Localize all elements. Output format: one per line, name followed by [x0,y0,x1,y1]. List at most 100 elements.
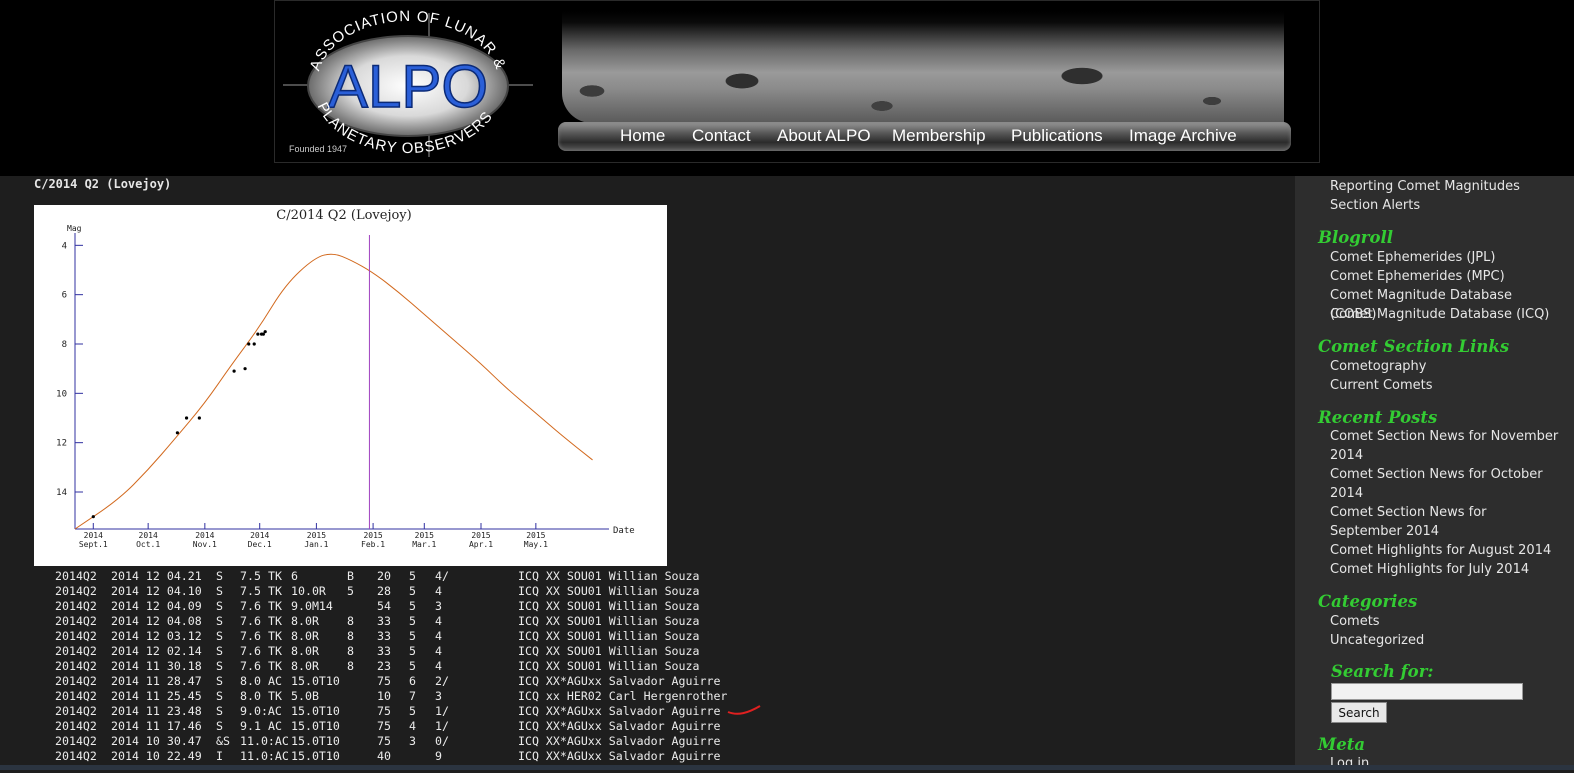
observation-cell: S [216,704,223,718]
blogroll-heading: Blogroll [1318,228,1393,247]
blogroll-link-icq[interactable]: Comet Magnitude Database (ICQ) [1330,305,1560,324]
observation-cell: 9.0:AC [240,704,282,718]
observation-cell: 7.5 [240,569,261,583]
nav-image-archive[interactable]: Image Archive [1129,126,1237,146]
observation-cell: 6 [409,674,416,688]
observation-cell: 75 [377,704,391,718]
nav-contact[interactable]: Contact [692,126,751,146]
observation-cell: 2014Q2 [55,614,97,628]
observation-cell: AC [268,674,282,688]
light-curve-chart: C/2014 Q2 (Lovejoy) Mag Date 4 6 8 10 12 14 2014 S… [34,205,667,566]
observation-cell: ICQ XX*AGUxx Salvador Aguirre [518,704,721,718]
observation-cell: TK [268,584,282,598]
alpo-logo[interactable]: ASSOCIATION OF LUNAR & ALPO PLANETARY OB… [283,9,533,157]
observation-cell: ICQ XX SOU01 Willian Souza [518,599,700,613]
meta-link-log-in[interactable]: Log in [1330,754,1560,773]
comet-link-cometography[interactable]: Cometography [1330,357,1560,376]
nav-membership[interactable]: Membership [892,126,986,146]
observation-cell: 75 [377,674,391,688]
observation-point [247,342,251,346]
logo-main-text: ALPO [328,53,488,120]
observation-cell: I [216,749,223,763]
observation-cell: 11.0:AC [240,749,289,763]
x-tick-year-label: 2015 [307,531,326,540]
observation-cell: 2014 10 22.49 [111,749,202,763]
x-tick-year-label: 2014 [139,531,158,540]
observation-cell: 8.0R [291,629,319,643]
nav-publications[interactable]: Publications [1011,126,1103,146]
comet-link-current-comets[interactable]: Current Comets [1330,376,1560,395]
observation-cell: 28 [377,584,391,598]
observation-cell: 2/ [435,674,449,688]
sidebar-link-section-alerts[interactable]: Section Alerts [1330,196,1560,215]
nav-home[interactable]: Home [620,126,665,146]
recent-post-link[interactable]: Comet Section News for November 2014 [1330,427,1560,465]
observation-cell: TK [268,569,282,583]
observation-cell: S [216,644,223,658]
blogroll-link-jpl[interactable]: Comet Ephemerides (JPL) [1330,248,1560,267]
observation-cell: 7.6 [240,614,261,628]
observation-cell: 10.0R [291,584,326,598]
category-link-comets[interactable]: Comets [1330,612,1560,631]
x-tick-year-label: 2014 [250,531,269,540]
observation-cell: S [216,599,223,613]
observation-cell: 2014Q2 [55,689,97,703]
observation-cell: 5.0B [291,689,319,703]
observation-cell: TK [268,614,282,628]
recent-post-link[interactable]: Comet Section News for September 2014 [1330,503,1560,541]
x-axis-label: Date [613,526,635,536]
observation-cell: 10 [377,689,391,703]
observation-cell: B [347,569,354,583]
chart-title: C/2014 Q2 (Lovejoy) [276,208,411,223]
observation-cell: 7.6 [240,644,261,658]
observation-point [184,416,189,420]
observation-cell: TK [268,629,282,643]
search-input[interactable] [1331,683,1523,700]
observation-point [263,330,267,334]
observation-cell: 5 [409,569,416,583]
observation-cell: 5 [409,659,416,673]
recent-post-link[interactable]: Comet Highlights for July 2014 [1330,560,1560,579]
comet-links-heading: Comet Section Links [1318,337,1510,356]
meta-heading: Meta [1318,735,1366,754]
observation-cell: 15.0T10 [291,719,340,733]
nav-about-alpo[interactable]: About ALPO [777,126,871,146]
observation-cell: 2014 11 30.18 [111,659,202,673]
bottom-edge [0,765,1574,770]
recent-post-link[interactable]: Comet Highlights for August 2014 [1330,541,1560,560]
blogroll-link-mpc[interactable]: Comet Ephemerides (MPC) [1330,267,1560,286]
observation-cell: 5 [409,704,416,718]
x-tick-date-label: Jan.1 [304,540,328,549]
recent-post-link[interactable]: Comet Section News for October 2014 [1330,465,1560,503]
sidebar: Reporting Comet Magnitudes Section Alert… [1295,176,1574,773]
observation-cell: 75 [377,719,391,733]
observation-cell: 2014 12 04.08 [111,614,202,628]
x-tick-year-label: 2014 [195,531,214,540]
observation-cell: 5 [409,599,416,613]
observation-cell: ICQ XX SOU01 Willian Souza [518,644,700,658]
observation-cell: 4 [435,659,442,673]
observation-cell: 20 [377,569,391,583]
observation-cell: 40 [377,749,391,763]
observation-cell: ICQ XX*AGUxx Salvador Aguirre [518,719,721,733]
y-tick-label: 4 [62,241,67,251]
observation-cell: 2014 12 04.09 [111,599,202,613]
x-tick-year-label: 2015 [526,531,545,540]
observation-cell: 2014 11 25.45 [111,689,202,703]
observation-cell: 2014Q2 [55,644,97,658]
observation-cell: 9 [435,749,442,763]
moon-surface-image [562,11,1284,123]
observation-cell: ICQ XX SOU01 Willian Souza [518,659,700,673]
observation-cell: 4/ [435,569,449,583]
observation-cell: 2014Q2 [55,734,97,748]
search-button[interactable]: Search [1331,702,1387,723]
observation-cell: 2014 11 28.47 [111,674,202,688]
observation-cell: 6 [291,569,298,583]
observation-cell: 8.0 [240,674,261,688]
logo-founded-text: Founded 1947 [289,144,347,154]
x-tick-date-label: Sept.1 [79,540,108,549]
observation-point [256,332,260,336]
category-link-uncategorized[interactable]: Uncategorized [1330,631,1560,650]
observation-cell: 3 [435,689,442,703]
sidebar-link-reporting-comet-magnitudes[interactable]: Reporting Comet Magnitudes [1330,177,1560,196]
